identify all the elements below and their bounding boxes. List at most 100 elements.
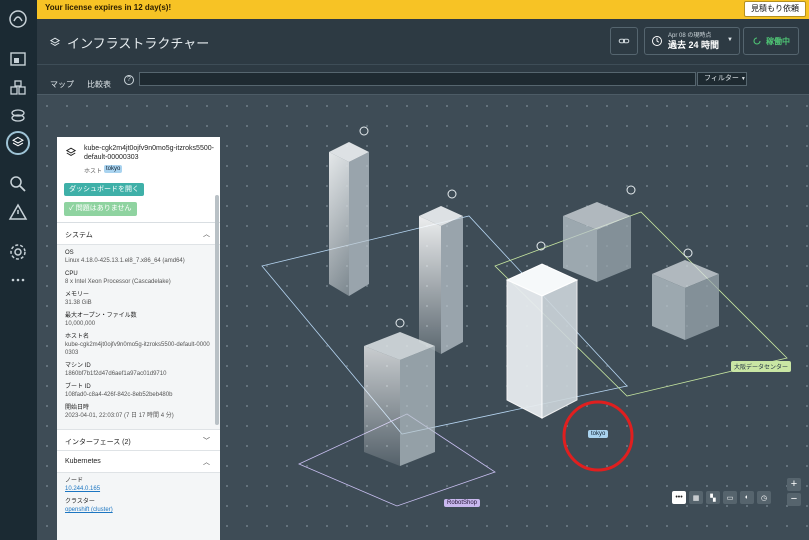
system-field: OS Linux 4.18.0-425.13.1.el8_7.x86_64 (am… bbox=[65, 249, 212, 265]
host-tower[interactable] bbox=[364, 332, 435, 466]
zone-label-tokyo[interactable]: tokyo bbox=[588, 430, 609, 438]
zoom-controls: + − bbox=[787, 478, 801, 508]
time-range-picker[interactable]: Apr 08 の現時点 過去 24 時間 ▼ bbox=[644, 27, 740, 55]
request-quote-button[interactable]: 見積もり依頼 bbox=[744, 1, 806, 17]
cluster-label: クラスター bbox=[65, 499, 95, 505]
field-value: 108fad0-c8a4-426f-842c-8eb52beb480b bbox=[65, 392, 173, 398]
zoom-in-button[interactable]: + bbox=[787, 478, 801, 491]
search-input[interactable] bbox=[139, 72, 696, 86]
filter-button[interactable]: フィルター ▼ bbox=[697, 72, 747, 86]
infrastructure-icon[interactable] bbox=[6, 131, 30, 155]
system-field: マシン ID 1860bf7b1f2d47d6aef1a97ac01d9710 bbox=[65, 362, 212, 378]
system-fields: OS Linux 4.18.0-425.13.1.el8_7.x86_64 (am… bbox=[57, 245, 220, 429]
left-nav-rail bbox=[0, 0, 37, 540]
chevron-down-icon: ▼ bbox=[727, 37, 733, 43]
host-name: kube-cgk2m4jt0ojfv9n0mo5g-itzroks5500-de… bbox=[84, 145, 214, 161]
open-dashboard-button[interactable]: ダッシュボードを開く bbox=[64, 183, 144, 196]
host-icon bbox=[65, 147, 77, 156]
dots-view-icon[interactable]: ••• bbox=[672, 491, 686, 504]
share-link-button[interactable] bbox=[610, 27, 638, 55]
tab-comparison-table[interactable]: 比較表 bbox=[87, 79, 111, 90]
node-label: ノード bbox=[65, 478, 84, 484]
live-status-label: 稼働中 bbox=[766, 36, 790, 46]
tag-icon[interactable]: ▭ bbox=[723, 491, 737, 504]
refresh-icon bbox=[753, 37, 761, 45]
field-value: 2023-04-01, 22:03:07 (7 日 17 時間 4 分) bbox=[65, 413, 174, 419]
field-value: 10,000,000 bbox=[65, 321, 96, 327]
zone-label-robotshop[interactable]: RobotShop bbox=[444, 499, 481, 507]
layout-icon[interactable]: ▚ bbox=[706, 491, 720, 504]
panel-scrollbar[interactable] bbox=[215, 195, 219, 425]
page-header: インフラストラクチャー Apr 08 の現時点 過去 24 時間 ▼ 稼働中 bbox=[37, 19, 809, 65]
selected-host-tower[interactable] bbox=[505, 263, 579, 419]
live-status-button[interactable]: 稼働中 bbox=[743, 27, 799, 55]
field-label: マシン ID bbox=[65, 363, 91, 369]
filter-label: フィルター bbox=[704, 75, 739, 82]
kubernetes-section-title: Kubernetes bbox=[65, 458, 101, 465]
field-label: 開始日時 bbox=[65, 405, 90, 411]
host-cube[interactable] bbox=[563, 202, 631, 282]
contrast-icon[interactable]: ◐ bbox=[740, 491, 754, 504]
host-zone-tag[interactable]: tokyo bbox=[104, 165, 123, 173]
host-tower[interactable] bbox=[329, 142, 369, 296]
field-value: Linux 4.18.0-425.13.1.el8_7.x86_64 (amd6… bbox=[65, 258, 185, 264]
field-label: ブート ID bbox=[65, 384, 91, 390]
zoom-out-button[interactable]: − bbox=[787, 493, 801, 506]
field-label: メモリー bbox=[65, 292, 90, 298]
system-field: CPU 8 x Intel Xeon Processor (Cascadelake… bbox=[65, 270, 212, 286]
system-section-header[interactable]: システム ︿ bbox=[57, 223, 220, 245]
clock-icon bbox=[652, 36, 662, 46]
field-label: CPU bbox=[65, 271, 78, 277]
infrastructure-icon bbox=[49, 37, 61, 46]
no-problems-label: 問題はありません bbox=[75, 205, 132, 212]
interfaces-section-title: インターフェース (2) bbox=[65, 439, 131, 446]
field-value: 31.38 GiB bbox=[65, 300, 92, 306]
no-problems-button[interactable]: ✓ 問題はありません bbox=[64, 202, 137, 216]
clock-icon[interactable]: ◷ bbox=[757, 491, 771, 504]
system-field: メモリー 31.38 GiB bbox=[65, 291, 212, 307]
map-toolbar: マップ 比較表 ? フィルター ▼ bbox=[37, 65, 809, 99]
link-icon bbox=[618, 38, 630, 44]
time-reference: Apr 08 の現時点 bbox=[668, 32, 712, 39]
field-value: 1860bf7b1f2d47d6aef1a97ac01d9710 bbox=[65, 371, 167, 377]
chevron-up-icon: ︿ bbox=[203, 231, 210, 238]
kubernetes-section-header[interactable]: Kubernetes ︿ bbox=[57, 451, 220, 473]
services-icon[interactable] bbox=[8, 106, 28, 126]
host-tower[interactable] bbox=[419, 206, 463, 354]
logo-icon[interactable] bbox=[8, 9, 28, 29]
host-details-panel: kube-cgk2m4jt0ojfv9n0mo5g-itzroks5500-de… bbox=[57, 137, 220, 540]
more-icon[interactable] bbox=[8, 270, 28, 290]
zone-label-osaka[interactable]: 大阪データセンター bbox=[731, 361, 792, 372]
host-cube[interactable] bbox=[652, 260, 719, 340]
page-title: インフラストラクチャー bbox=[67, 36, 210, 51]
time-range: 過去 24 時間 bbox=[668, 39, 720, 50]
interfaces-section-header[interactable]: インターフェース (2) ﹀ bbox=[57, 429, 220, 451]
field-label: 最大オープン・ファイル数 bbox=[65, 313, 137, 319]
node-link[interactable]: 10.244.0.165 bbox=[65, 485, 212, 493]
kubernetes-fields: ノード 10.244.0.165 クラスター openshift (cluste… bbox=[57, 473, 220, 523]
map-view-controls: ••• ▦ ▚ ▭ ◐ ◷ bbox=[672, 491, 771, 504]
license-banner: Your license expires in 12 day(s)! 見積もり依… bbox=[37, 0, 809, 19]
help-icon[interactable]: ? bbox=[124, 75, 134, 85]
chevron-down-icon: ﹀ bbox=[203, 438, 210, 445]
field-label: OS bbox=[65, 250, 74, 256]
host-tag-label: ホスト bbox=[84, 169, 103, 175]
chevron-down-icon: ▼ bbox=[740, 76, 746, 82]
host-summary: kube-cgk2m4jt0ojfv9n0mo5g-itzroks5500-de… bbox=[57, 137, 220, 223]
field-value: kube-cgk2m4jt0ojfv9n0mo5g-itzroks5500-de… bbox=[65, 342, 210, 356]
grid-view-icon[interactable]: ▦ bbox=[689, 491, 703, 504]
license-message: Your license expires in 12 day(s)! bbox=[45, 3, 172, 12]
field-value: 8 x Intel Xeon Processor (Cascadelake) bbox=[65, 279, 171, 285]
websites-icon[interactable] bbox=[8, 50, 28, 70]
system-field: 最大オープン・ファイル数 10,000,000 bbox=[65, 312, 212, 328]
system-field: ホスト名 kube-cgk2m4jt0ojfv9n0mo5g-itzroks550… bbox=[65, 333, 212, 357]
settings-icon[interactable] bbox=[8, 242, 28, 262]
system-field: 開始日時 2023-04-01, 22:03:07 (7 日 17 時間 4 分) bbox=[65, 404, 212, 420]
cluster-link[interactable]: openshift (cluster) bbox=[65, 506, 212, 514]
system-field: ブート ID 108fad0-c8a4-426f-842c-8eb52beb480… bbox=[65, 383, 212, 399]
field-label: ホスト名 bbox=[65, 334, 90, 340]
alerts-icon[interactable] bbox=[8, 202, 28, 222]
system-section-title: システム bbox=[65, 232, 93, 239]
applications-icon[interactable] bbox=[8, 78, 28, 98]
analytics-icon[interactable] bbox=[8, 174, 28, 194]
